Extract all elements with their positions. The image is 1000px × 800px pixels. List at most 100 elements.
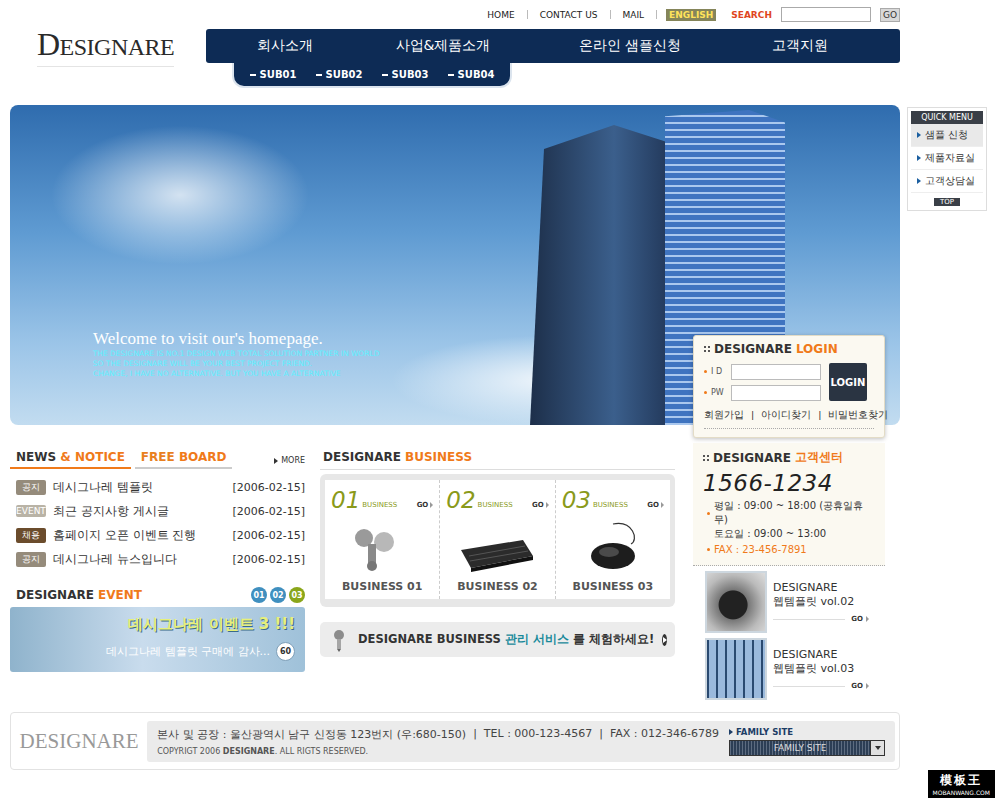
- news-row[interactable]: EVENT최근 공지사항 게시글[2006-02-15]: [16, 499, 305, 523]
- login-link[interactable]: 아이디찾기: [761, 409, 811, 422]
- login-link[interactable]: 비밀번호찾기: [828, 409, 888, 422]
- arrow-icon: [729, 729, 733, 735]
- main-nav: 회사소개사업&제품소개온라인 샘플신청고객지원: [206, 29, 900, 63]
- login-button[interactable]: LOGIN: [829, 363, 867, 401]
- space: [220, 747, 223, 756]
- search-button[interactable]: GO: [880, 8, 900, 22]
- event-page-button[interactable]: 03: [289, 587, 305, 603]
- go-link[interactable]: GO: [647, 501, 664, 512]
- family-select[interactable]: FAMILY SITE: [729, 740, 885, 756]
- arrow-shape: [663, 637, 667, 643]
- business-card[interactable]: 03BUSINESSGOBUSINESS 03: [556, 480, 670, 599]
- sub-nav-label: SUB04: [458, 69, 495, 80]
- dot: [703, 459, 705, 461]
- event-header: DESIGNARE EVENT 01 02 03: [10, 585, 305, 605]
- business-card-top: 03BUSINESSGO: [562, 488, 664, 512]
- pw-input[interactable]: [731, 385, 821, 401]
- business-card[interactable]: 01BUSINESSGOBUSINESS 01: [325, 480, 440, 599]
- news-tab[interactable]: FREE BOARD: [135, 450, 233, 469]
- center-title-b: 고객센터: [795, 449, 843, 466]
- quick-menu-title: QUICK MENU: [911, 111, 983, 124]
- business-number: 02: [446, 488, 475, 512]
- tab-label: FREE: [141, 450, 175, 464]
- template-brand: DESIGNARE: [773, 581, 885, 594]
- go-link[interactable]: GO: [532, 501, 549, 512]
- top-link[interactable]: CONTACT US: [537, 9, 601, 21]
- nav-item[interactable]: 회사소개: [206, 37, 364, 55]
- tab-label: BOARD: [179, 450, 227, 464]
- business-promo[interactable]: DESIGNARE BUSINESS 관리 서비스 를 체험하세요!: [320, 622, 675, 657]
- quick-menu: QUICK MENU샘플 신청제품자료실고객상담실 TOP: [907, 107, 987, 211]
- more-link[interactable]: MORE: [274, 456, 305, 469]
- top-links: HOMECONTACT USMAILENGLISHSEARCHGO: [206, 0, 900, 29]
- header: DESIGNAREHOMECONTACT USMAILENGLISHSEARCH…: [0, 0, 1000, 100]
- event-banner[interactable]: 데시그나레 이벤트 3 !!!데시그나레 템플릿 구매에 감사...60: [10, 607, 305, 672]
- bullet-icon: [704, 391, 707, 394]
- news-row[interactable]: 공지데시그나레 템플릿[2006-02-15]: [16, 475, 305, 499]
- login-link[interactable]: 회원가입: [704, 409, 744, 422]
- news-title: 최근 공지사항 게시글: [53, 503, 232, 520]
- news-tab[interactable]: NEWS & NOTICE: [10, 450, 131, 469]
- business-card[interactable]: 02BUSINESSGOBUSINESS 02: [440, 480, 555, 599]
- dot: [707, 459, 709, 461]
- template-item[interactable]: DESIGNARE웹템플릿 vol.03GO: [693, 638, 885, 700]
- watermark-url: MOBANWANG.COM: [933, 789, 990, 796]
- id-input[interactable]: [731, 364, 821, 380]
- sub-nav-item[interactable]: SUB02: [316, 69, 363, 80]
- main: Welcome to visit our's homepage.THE DESI…: [0, 105, 1000, 700]
- template-item[interactable]: DESIGNARE웹템플릿 vol.02GO: [693, 571, 885, 633]
- copyright-b: DESIGNARE: [223, 747, 275, 756]
- login-title: DESIGNARELOGIN: [704, 342, 874, 356]
- sub-nav-item[interactable]: SUB01: [250, 69, 297, 80]
- space: [175, 450, 179, 464]
- sub-nav-label: SUB03: [392, 69, 429, 80]
- arrow-icon: [430, 502, 433, 508]
- logo-text[interactable]: DESIGNARE: [37, 26, 174, 67]
- search-input[interactable]: [781, 7, 871, 22]
- top-link[interactable]: HOME: [484, 9, 517, 21]
- quick-menu-item[interactable]: 샘플 신청: [911, 124, 983, 147]
- business-column: DESIGNARE BUSINESS01BUSINESSGOBUSINESS 0…: [320, 445, 675, 700]
- dot: [704, 350, 706, 352]
- news-date: [2006-02-15]: [232, 481, 305, 494]
- top-button[interactable]: TOP: [934, 198, 960, 206]
- nav-item[interactable]: 사업&제품소개: [364, 37, 522, 55]
- business-cards: 01BUSINESSGOBUSINESS 0102BUSINESSGOBUSIN…: [320, 474, 675, 607]
- dot: [708, 346, 710, 348]
- login-title-a: DESIGNARE: [714, 342, 792, 356]
- sub-nav-item[interactable]: SUB03: [382, 69, 429, 80]
- go-link[interactable]: GO: [773, 682, 885, 690]
- top-link[interactable]: ENGLISH: [666, 9, 716, 21]
- pw-field: PW: [704, 385, 821, 401]
- space: [501, 632, 505, 646]
- go-link[interactable]: GO: [773, 615, 885, 623]
- top-link[interactable]: MAIL: [620, 9, 648, 21]
- business-title-a: DESIGNARE: [323, 450, 401, 464]
- footer-logo-text: DESIGNARE: [20, 729, 139, 753]
- template-thumbnail: [705, 638, 767, 700]
- nav-item[interactable]: 온라인 샘플신청: [522, 37, 738, 55]
- event-page-button[interactable]: 01: [251, 587, 267, 603]
- news-badge: 공지: [16, 480, 46, 495]
- business-sub: BUSINESS: [362, 501, 397, 512]
- event-title: DESIGNARE EVENT: [16, 588, 142, 602]
- business-title-b: BUSINESS: [405, 450, 472, 464]
- template-info: DESIGNARE웹템플릿 vol.03GO: [773, 638, 885, 700]
- go-link[interactable]: GO: [417, 501, 434, 512]
- nav-item[interactable]: 고객지원: [738, 37, 862, 55]
- news-row[interactable]: 공지데시그나레 뉴스입니다[2006-02-15]: [16, 547, 305, 571]
- event-title-a: DESIGNARE: [16, 588, 94, 602]
- quick-menu-item[interactable]: 고객상담실: [911, 170, 983, 193]
- caret: [875, 746, 881, 750]
- tab-label: & NOTICE: [60, 450, 125, 464]
- sub-nav-item[interactable]: SUB04: [448, 69, 495, 80]
- news-row[interactable]: 채용홈페이지 오픈 이벤트 진행[2006-02-15]: [16, 523, 305, 547]
- news-badge: 채용: [16, 528, 46, 543]
- logo[interactable]: DESIGNARE: [0, 0, 206, 100]
- quick-menu-item[interactable]: 제품자료실: [911, 147, 983, 170]
- lower-content: NEWS & NOTICEFREE BOARDMORE공지데시그나레 템플릿[2…: [10, 445, 900, 700]
- event-page-button[interactable]: 02: [270, 587, 286, 603]
- dropdown-icon: [870, 741, 884, 755]
- footer-info: 본사 및 공장 : 울산광역시 남구 신정동 123번지 (우:680-150)…: [147, 721, 895, 762]
- event-page-label: 02: [272, 591, 283, 600]
